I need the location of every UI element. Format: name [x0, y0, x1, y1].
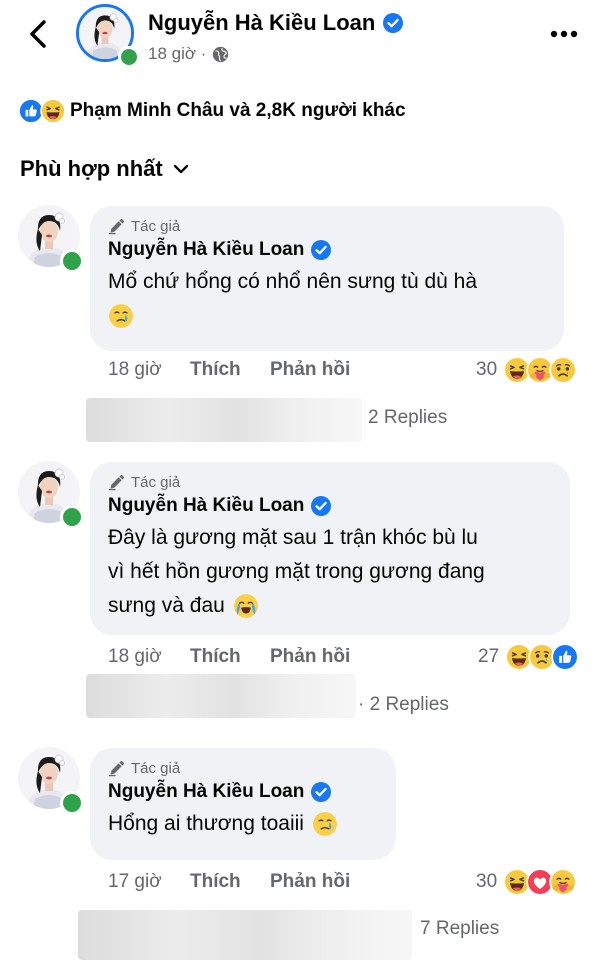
comment-reactions[interactable]: 27: [478, 643, 574, 671]
more-horizontal-icon: [550, 30, 578, 38]
globe-icon: [213, 46, 229, 62]
post-timestamp: 18 giờ ·: [148, 44, 229, 64]
comment-text: Mổ chứ hổng có nhổ nên sưng tù dù hà: [108, 265, 546, 299]
care-reaction-icon: [549, 868, 577, 896]
comment-text: Đây là gương mặt sau 1 trận khóc bù lu v…: [108, 521, 552, 623]
online-status-dot: [118, 46, 140, 68]
reaction-summary[interactable]: Phạm Minh Châu và 2,8K người khác: [18, 98, 406, 124]
comment-time[interactable]: 17 giờ: [108, 871, 190, 893]
sad-reaction-icon: [549, 356, 577, 384]
comment-actions: 17 giờ Thích Phản hồi: [108, 871, 350, 893]
comment-bubble[interactable]: Tác giả Nguyễn Hà Kiều Loan Hổng ai thươ…: [90, 748, 396, 860]
author-tag: Tác giả: [108, 474, 552, 491]
view-replies-link[interactable]: 2 Replies: [368, 407, 447, 429]
verified-badge-icon: [383, 13, 403, 33]
chevron-down-icon: [173, 164, 188, 174]
reply-preview-blurred[interactable]: [86, 674, 356, 718]
header-name: Nguyễn Hà Kiều Loan: [148, 10, 376, 35]
reply-button[interactable]: Phản hồi: [270, 646, 350, 668]
crying-face-emoji-icon: [312, 811, 338, 837]
comment-actions: 18 giờ Thích Phản hồi: [108, 359, 350, 381]
author-tag: Tác giả: [108, 218, 546, 235]
comment-reactions[interactable]: 30: [476, 356, 572, 384]
reply-preview-blurred[interactable]: [86, 398, 362, 442]
author-tag-label: Tác giả: [131, 218, 181, 235]
comment-author-name: Nguyễn Hà Kiều Loan: [108, 239, 305, 260]
back-button[interactable]: [18, 14, 58, 54]
reaction-summary-text: Phạm Minh Châu và 2,8K người khác: [70, 100, 406, 121]
verified-badge-icon: [311, 496, 331, 516]
author-tag: Tác giả: [108, 760, 378, 777]
pen-icon: [108, 474, 125, 491]
post-time: 18 giờ ·: [148, 44, 207, 63]
pen-icon: [108, 218, 125, 235]
like-button[interactable]: Thích: [190, 646, 270, 668]
like-button[interactable]: Thích: [190, 871, 270, 893]
verified-badge-icon: [311, 782, 331, 802]
comment-author[interactable]: Nguyễn Hà Kiều Loan: [108, 495, 552, 517]
comment-sort-dropdown[interactable]: Phù hợp nhất: [20, 156, 189, 182]
comment-reactions[interactable]: 30: [476, 868, 572, 896]
comment-time[interactable]: 18 giờ: [108, 646, 190, 668]
comment-bubble[interactable]: Tác giả Nguyễn Hà Kiều Loan Mổ chứ hổng …: [90, 206, 564, 351]
online-status-dot: [60, 791, 84, 815]
like-button[interactable]: Thích: [190, 359, 270, 381]
comment-text: Hổng ai thương toaiii: [108, 807, 378, 841]
loudly-crying-face-emoji-icon: [233, 593, 259, 619]
view-replies-link[interactable]: · 2 Replies: [358, 694, 449, 716]
comment-actions: 18 giờ Thích Phản hồi: [108, 646, 350, 668]
comment-author[interactable]: Nguyễn Hà Kiều Loan: [108, 239, 546, 261]
reply-button[interactable]: Phản hồi: [270, 871, 350, 893]
comment-author-name: Nguyễn Hà Kiều Loan: [108, 495, 305, 516]
reaction-count: 27: [478, 646, 500, 667]
comment-text-line: Hổng ai thương toaiii: [108, 812, 304, 835]
comment-text-line: sưng và đau: [108, 594, 225, 617]
reaction-count: 30: [476, 359, 498, 380]
pen-icon: [108, 760, 125, 777]
comment-time[interactable]: 18 giờ: [108, 359, 190, 381]
reply-button[interactable]: Phản hồi: [270, 359, 350, 381]
comment-author-name: Nguyễn Hà Kiều Loan: [108, 781, 305, 802]
reaction-stack: [18, 98, 62, 124]
crying-face-emoji-icon: [108, 303, 134, 329]
author-tag-label: Tác giả: [131, 760, 181, 777]
chevron-left-icon: [30, 20, 46, 48]
comment-text-line: Mổ chứ hổng có nhổ nên sưng tù dù hà: [108, 270, 478, 293]
online-status-dot: [60, 505, 84, 529]
comment-bubble[interactable]: Tác giả Nguyễn Hà Kiều Loan Đây là gương…: [90, 462, 570, 635]
comment-author[interactable]: Nguyễn Hà Kiều Loan: [108, 781, 378, 803]
comment-text-line: vì hết hồn gương mặt trong gương đang: [108, 560, 485, 583]
verified-badge-icon: [311, 240, 331, 260]
author-tag-label: Tác giả: [131, 474, 181, 491]
sort-label: Phù hợp nhất: [20, 156, 163, 181]
view-replies-link[interactable]: 7 Replies: [420, 918, 499, 940]
more-options-button[interactable]: [546, 22, 582, 46]
reply-preview-blurred[interactable]: [78, 910, 412, 960]
comment-text-line: Đây là gương mặt sau 1 trận khóc bù lu: [108, 526, 478, 549]
header-title[interactable]: Nguyễn Hà Kiều Loan: [148, 10, 403, 36]
like-reaction-icon: [551, 643, 579, 671]
online-status-dot: [60, 249, 84, 273]
reaction-count: 30: [476, 871, 498, 892]
haha-reaction-icon: [40, 98, 66, 124]
